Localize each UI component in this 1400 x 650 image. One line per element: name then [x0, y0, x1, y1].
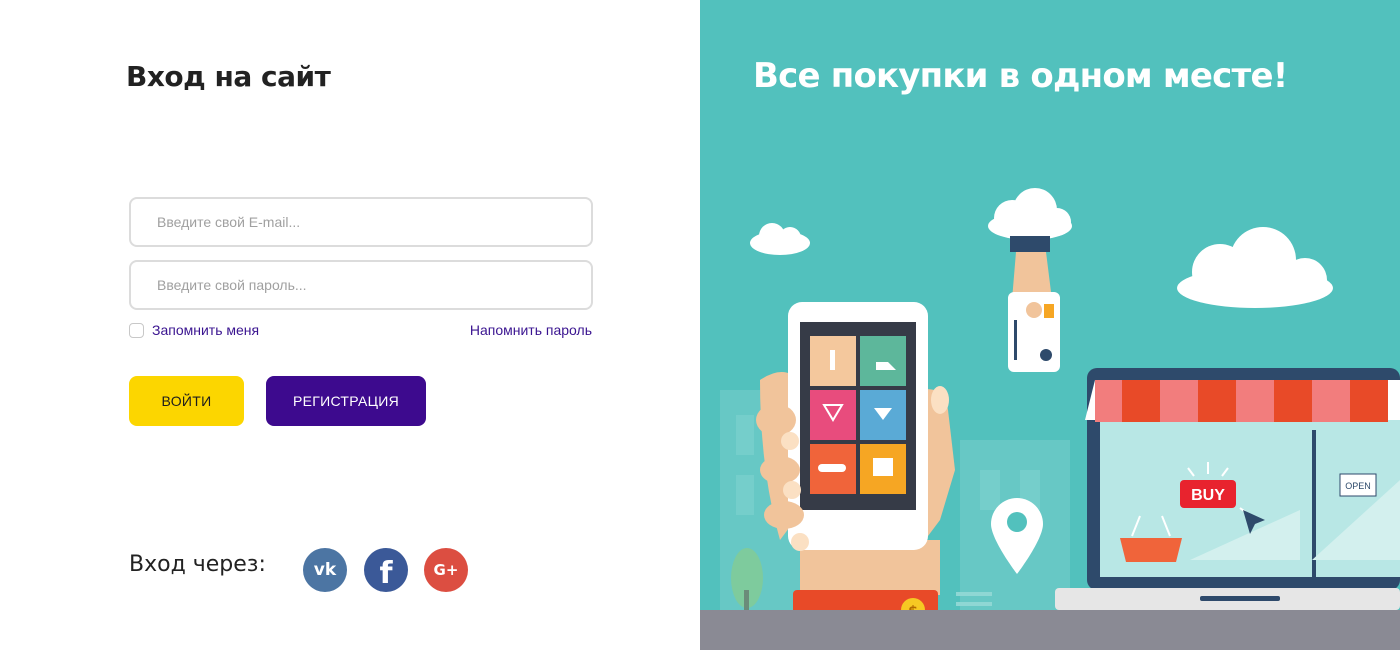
- cloud-icon: [988, 188, 1072, 240]
- login-panel: Вход на сайт Запомнить меня Напомнить па…: [0, 0, 700, 650]
- svg-text:BUY: BUY: [1191, 487, 1225, 504]
- shop-awning: [1085, 380, 1400, 422]
- cloud-icon: [1177, 227, 1333, 308]
- basket-icon: [1120, 538, 1182, 562]
- page-title: Вход на сайт: [126, 60, 331, 93]
- remember-checkbox[interactable]: [129, 322, 144, 338]
- facebook-icon[interactable]: f: [364, 548, 408, 592]
- forgot-password-link[interactable]: Напомнить пароль: [470, 322, 592, 338]
- login-button[interactable]: ВОЙТИ: [129, 376, 244, 426]
- google-plus-icon[interactable]: G+: [424, 548, 468, 592]
- cloud-icon: [750, 223, 810, 255]
- register-button[interactable]: РЕГИСТРАЦИЯ: [266, 376, 426, 426]
- password-field[interactable]: [129, 260, 593, 310]
- email-field[interactable]: [129, 197, 593, 247]
- remember-label: Запомнить меня: [152, 322, 260, 338]
- promo-title: Все покупки в одном месте!: [753, 56, 1288, 96]
- promo-panel: $ BUY: [700, 0, 1400, 650]
- remember-me[interactable]: Запомнить меня: [129, 322, 259, 338]
- social-login-label: Вход через:: [129, 552, 266, 577]
- vk-icon[interactable]: vk: [303, 548, 347, 592]
- svg-text:OPEN: OPEN: [1345, 481, 1371, 491]
- shopping-illustration: $ BUY: [700, 188, 1400, 650]
